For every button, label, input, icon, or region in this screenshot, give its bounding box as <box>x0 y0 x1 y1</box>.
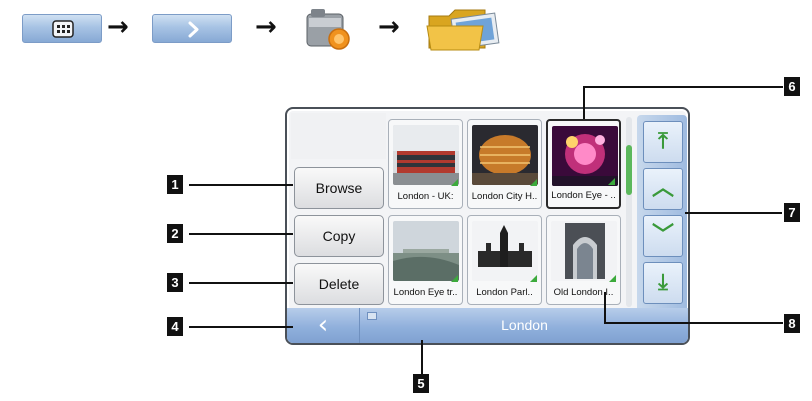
thumbnail-caption: London Eye - .. <box>551 190 616 201</box>
selected-tick-icon <box>530 275 537 282</box>
callout-badge-1: 1 <box>167 175 183 194</box>
next-chevron-icon <box>188 21 199 38</box>
callout-badge-6: 6 <box>784 77 800 96</box>
delete-button[interactable]: Delete <box>294 263 384 305</box>
photo-river-view <box>393 221 459 281</box>
callout-badge-8: 8 <box>784 314 800 333</box>
selected-tick-icon <box>609 275 616 282</box>
main-menu-grid-icon <box>52 20 74 38</box>
callout-leader-6b <box>583 86 585 119</box>
selected-tick-icon <box>608 178 615 185</box>
scroll-bottom-icon: ⤓ <box>658 270 668 295</box>
photo-fireworks <box>552 126 618 186</box>
thumbnail-item-selected[interactable]: London Eye - .. <box>546 119 621 209</box>
callout-leader-8 <box>604 322 783 324</box>
path-arrow-icon: → <box>378 12 400 42</box>
photo-city-hall <box>472 125 538 185</box>
scroll-thumb[interactable] <box>626 145 632 195</box>
thumbnail-caption: London - UK: <box>397 191 454 202</box>
copy-button[interactable]: Copy <box>294 215 384 257</box>
callout-leader-3 <box>189 282 293 284</box>
callout-leader-8b <box>604 292 606 324</box>
header-blank <box>291 113 386 159</box>
path-arrow-icon: → <box>255 12 277 42</box>
scroll-top-icon: ⤒ <box>658 129 668 154</box>
callout-leader-7 <box>685 212 782 214</box>
selected-tick-icon <box>451 275 458 282</box>
thumbnail-caption: London Eye tr.. <box>393 287 458 298</box>
scroll-bottom-button[interactable]: ⤓ <box>643 262 683 304</box>
scroll-up-button[interactable]: ︿ <box>643 168 683 210</box>
selected-tick-icon <box>451 179 458 186</box>
browse-button[interactable]: Browse <box>294 167 384 209</box>
scroll-down-button[interactable]: ﹀ <box>643 215 683 257</box>
current-folder-label: London <box>501 317 548 333</box>
thumbnail-item[interactable]: London - UK: <box>388 119 463 209</box>
scroll-down-icon: ﹀ <box>651 223 674 248</box>
callout-leader-5 <box>421 340 423 374</box>
callout-leader-4 <box>189 326 293 328</box>
callout-badge-7: 7 <box>784 203 800 222</box>
photo-parliament <box>472 221 538 281</box>
thumbnail-item[interactable]: London Eye tr.. <box>388 215 463 305</box>
callout-badge-2: 2 <box>167 224 183 243</box>
path-arrow-icon: → <box>107 12 129 42</box>
thumbnail-caption: London Parl.. <box>476 287 533 298</box>
thumbnail-item[interactable]: London Parl.. <box>467 215 542 305</box>
callout-leader-6 <box>583 86 783 88</box>
thumbnail-item[interactable]: London City H.. <box>467 119 542 209</box>
scroll-up-icon: ︿ <box>651 176 674 201</box>
back-button[interactable]: ‹ <box>287 308 360 343</box>
scroll-button-panel: ⤒ ︿ ﹀ ⤓ <box>637 115 687 313</box>
selected-tick-icon <box>530 179 537 186</box>
back-chevron-icon: ‹ <box>317 310 329 340</box>
navigation-path: → → → <box>0 0 812 60</box>
folder-icon[interactable] <box>425 6 505 52</box>
main-menu-button[interactable] <box>22 14 102 43</box>
thumbnail-caption: Old London I.. <box>553 287 614 298</box>
scroll-track[interactable] <box>626 117 632 307</box>
callout-badge-4: 4 <box>167 317 183 336</box>
camera-icon[interactable] <box>305 6 353 52</box>
photo-red-bus <box>393 125 459 185</box>
bottom-bar: ‹ London <box>287 308 688 343</box>
scroll-top-button[interactable]: ⤒ <box>643 121 683 163</box>
callout-leader-1 <box>189 184 293 186</box>
callout-badge-3: 3 <box>167 273 183 292</box>
thumbnail-caption: London City H.. <box>471 191 538 202</box>
callout-leader-2 <box>189 233 293 235</box>
callout-badge-5: 5 <box>413 374 429 393</box>
thumbnail-item[interactable]: Old London I.. <box>546 215 621 305</box>
next-button[interactable] <box>152 14 232 43</box>
photo-browser-screen: Browse Copy Delete London - UK: London C… <box>285 107 690 345</box>
photo-archway <box>551 221 617 281</box>
